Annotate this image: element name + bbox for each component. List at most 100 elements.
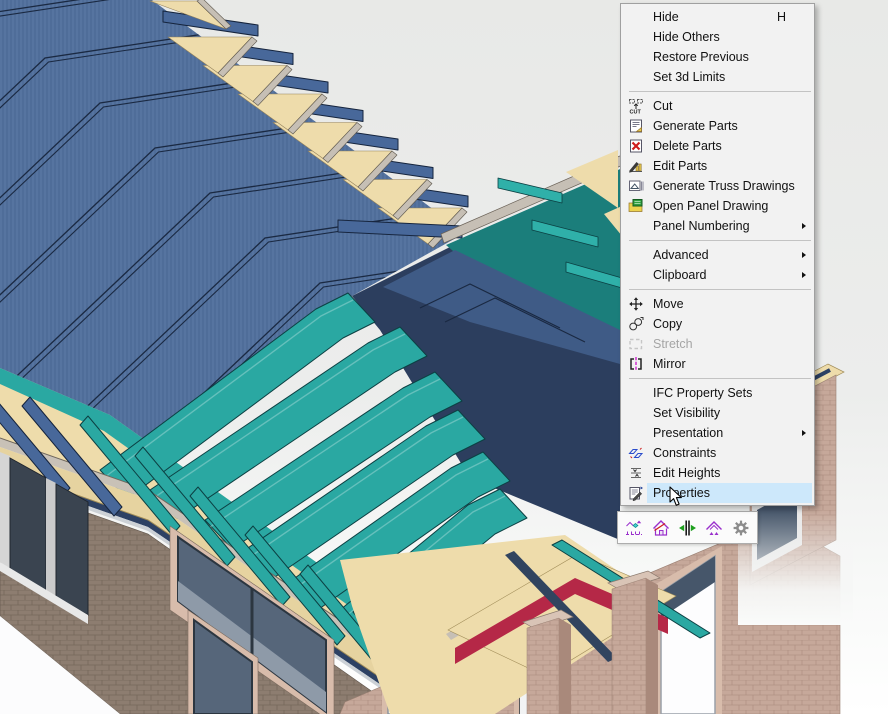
porch-column (608, 571, 660, 714)
gear-icon (731, 518, 751, 538)
menu-item-label: Presentation (653, 423, 802, 443)
mini-toolbar[interactable] (617, 511, 758, 544)
menu-item-edit-parts[interactable]: Edit Parts (621, 156, 814, 176)
no-icon (628, 267, 644, 283)
no-icon (628, 9, 644, 25)
properties-icon (628, 485, 644, 501)
no-icon (628, 425, 644, 441)
menu-separator (629, 289, 811, 290)
menu-item-label: Set Visibility (653, 403, 802, 423)
toolbar-button-flip-align-tool[interactable] (675, 514, 700, 541)
menu-item-label: Generate Truss Drawings (653, 176, 802, 196)
menu-item-label: Generate Parts (653, 116, 802, 136)
menu-item-restore-previous[interactable]: Restore Previous (621, 47, 814, 67)
submenu-arrow-icon (802, 430, 812, 436)
menu-item-label: Properties (653, 483, 802, 503)
stretch-icon (628, 336, 644, 352)
menu-item-label: Panel Numbering (653, 216, 802, 236)
toolbar-button-roof-tool[interactable] (648, 514, 673, 541)
submenu-arrow-icon (802, 252, 812, 258)
menu-item-advanced[interactable]: Advanced (621, 245, 814, 265)
menu-item-label: Copy (653, 314, 802, 334)
generate-parts-icon (628, 118, 644, 134)
menu-item-label: Hide (653, 7, 777, 27)
menu-item-label: Hide Others (653, 27, 802, 47)
mirror-icon (628, 356, 644, 372)
menu-item-delete-parts[interactable]: Delete Parts (621, 136, 814, 156)
properties-icon (628, 485, 644, 501)
menu-item-label: Clipboard (653, 265, 802, 285)
menu-item-properties[interactable]: Properties (621, 483, 814, 503)
menu-item-hide-others[interactable]: Hide Others (621, 27, 814, 47)
menu-separator (629, 91, 811, 92)
menu-item-constraints[interactable]: Constraints (621, 443, 814, 463)
edit-parts-icon (628, 158, 644, 174)
constraints-icon (628, 445, 644, 461)
stretch-icon (628, 336, 644, 352)
cut-icon: CUT (628, 98, 644, 114)
menu-item-generate-truss-drawings[interactable]: Generate Truss Drawings (621, 176, 814, 196)
menu-item-ifc-property-sets[interactable]: IFC Property Sets (621, 383, 814, 403)
no-icon (628, 49, 644, 65)
menu-item-label: Mirror (653, 354, 802, 374)
menu-item-move[interactable]: Move (621, 294, 814, 314)
mirror-icon (628, 356, 644, 372)
generate-parts-icon (628, 118, 644, 134)
edit-heights-icon (628, 465, 644, 481)
context-menu[interactable]: HideHHide OthersRestore PreviousSet 3d L… (620, 3, 815, 506)
menu-item-label: Edit Heights (653, 463, 802, 483)
submenu-arrow-icon (802, 223, 812, 229)
constraints-icon (628, 445, 644, 461)
copy-icon (628, 316, 644, 332)
menu-item-presentation[interactable]: Presentation (621, 423, 814, 443)
menu-item-shortcut: H (777, 7, 786, 27)
no-icon (628, 69, 644, 85)
menu-item-label: Open Panel Drawing (653, 196, 802, 216)
menu-item-panel-numbering[interactable]: Panel Numbering (621, 216, 814, 236)
toolbar-button-panel-numbering-tool[interactable] (622, 514, 647, 541)
open-panel-drawing-icon (628, 198, 644, 214)
open-panel-drawing-icon (628, 198, 644, 214)
menu-item-hide[interactable]: HideH (621, 7, 814, 27)
no-icon (628, 385, 644, 401)
panel-layout-icon (624, 518, 644, 538)
move-icon (628, 296, 644, 312)
menu-item-label: Move (653, 294, 802, 314)
porch-column (523, 610, 573, 714)
menu-item-label: Edit Parts (653, 156, 802, 176)
no-icon (628, 247, 644, 263)
roof-house-icon (651, 518, 671, 538)
menu-item-label: IFC Property Sets (653, 383, 802, 403)
truss-raise-icon (704, 518, 724, 538)
align-flip-icon (677, 518, 697, 538)
no-icon (628, 218, 644, 234)
toolbar-button-truss-tool[interactable] (702, 514, 727, 541)
menu-item-clipboard[interactable]: Clipboard (621, 265, 814, 285)
menu-item-label: Advanced (653, 245, 802, 265)
menu-item-set-visibility[interactable]: Set Visibility (621, 403, 814, 423)
menu-item-label: Constraints (653, 443, 802, 463)
edit-parts-icon (628, 158, 644, 174)
truss-drawings-icon (628, 178, 644, 194)
no-icon (628, 405, 644, 421)
menu-item-mirror[interactable]: Mirror (621, 354, 814, 374)
menu-item-copy[interactable]: Copy (621, 314, 814, 334)
delete-parts-icon (628, 138, 644, 154)
menu-item-label: Restore Previous (653, 47, 802, 67)
menu-item-set-3d-limits[interactable]: Set 3d Limits (621, 67, 814, 87)
delete-parts-icon (628, 138, 644, 154)
menu-item-label: Set 3d Limits (653, 67, 802, 87)
move-icon (628, 296, 644, 312)
truss-drawings-icon (628, 178, 644, 194)
menu-item-cut[interactable]: CUT Cut (621, 96, 814, 116)
toolbar-button-settings[interactable] (728, 514, 753, 541)
menu-item-edit-heights[interactable]: Edit Heights (621, 463, 814, 483)
menu-item-stretch: Stretch (621, 334, 814, 354)
menu-item-label: Stretch (653, 334, 802, 354)
menu-item-generate-parts[interactable]: Generate Parts (621, 116, 814, 136)
menu-item-open-panel-drawing[interactable]: Open Panel Drawing (621, 196, 814, 216)
menu-separator (629, 240, 811, 241)
menu-item-label: Cut (653, 96, 802, 116)
svg-text:CUT: CUT (630, 110, 642, 115)
menu-item-label: Delete Parts (653, 136, 802, 156)
